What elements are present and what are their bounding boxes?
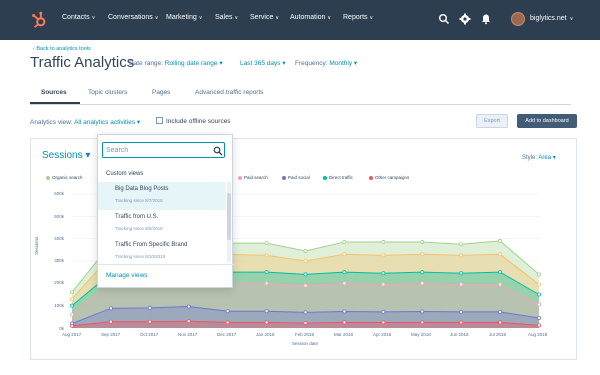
tab-bar: Sources Topic clusters Pages Advanced tr… [30,85,571,105]
view-option-name: Traffic from U.S. [115,214,159,220]
analytics-view-dropdown: Custom views Big Data Blog Posts Trackin… [97,134,234,288]
y-tick: 300k [54,258,64,263]
top-navigation: Contacts ∨ Conversations ∨ Marketing ∨ Sale… [0,0,600,40]
x-tick: Aug 2018 [528,332,548,337]
settings-icon[interactable] [459,13,471,25]
legend-other-campaigns[interactable]: Other campaigns [369,175,409,180]
chart-style-select[interactable]: Style: Area ▾ [522,154,556,161]
legend-paid-search[interactable]: Paid search [238,175,268,180]
frequency-filter[interactable]: Frequency: Monthly ▾ [295,59,357,67]
custom-views-heading: Custom views [106,171,144,177]
x-tick: Feb 2018 [295,332,315,337]
view-option-tracking: Tracking since 8/10/2018 [115,254,166,259]
account-menu[interactable]: biglytics.net ∨ [530,15,573,22]
divider [98,264,234,265]
active-tab-indicator [30,102,80,104]
view-search-input[interactable] [106,145,206,156]
y-tick: 400k [54,236,64,241]
y-tick: 100k [54,303,64,308]
period-filter[interactable]: Last 365 days ▾ [240,59,286,67]
x-tick: Jun 2018 [450,332,469,337]
nav-conversations[interactable]: Conversations ∨ [108,14,158,21]
date-range-filter[interactable]: Date range: Rolling date range ▾ [129,59,223,67]
view-option-big-data-blog-posts[interactable]: Big Data Blog Posts Tracking since 8/7/2… [98,182,226,210]
analytics-view-select[interactable]: Analytics view: All analytics activities… [30,118,140,126]
x-tick: Apr 2018 [373,332,392,337]
x-tick: Nov 2017 [178,332,198,337]
bell-icon[interactable] [480,13,492,25]
x-axis-title: Session date [292,341,319,346]
view-search-box[interactable] [102,142,225,158]
custom-views-list: Big Data Blog Posts Tracking since 8/7/2… [98,182,226,262]
y-tick: 500k [54,214,64,219]
search-icon[interactable] [438,13,450,25]
dropdown-scrollbar-thumb[interactable] [227,193,231,240]
export-button[interactable]: Export [476,114,508,128]
legend-organic-search[interactable]: Organic search [46,175,83,180]
view-option-name: Big Data Blog Posts [115,186,169,192]
offline-sources-label[interactable]: Include offline sources [166,118,231,125]
avatar[interactable] [511,12,525,26]
page-title: Traffic Analytics [30,54,135,71]
x-tick: Dec 2017 [217,332,237,337]
nav-marketing[interactable]: Marketing ∨ [166,14,202,21]
x-tick: Sep 2017 [101,332,121,337]
nav-reports[interactable]: Reports ∨ [343,14,373,21]
x-tick: Mar 2018 [334,332,354,337]
nav-service[interactable]: Service ∨ [250,14,279,21]
view-option-name: Traffic From Specific Brand [115,242,188,248]
x-tick: Aug 2017 [62,332,82,337]
search-icon[interactable] [213,146,223,156]
nav-contacts[interactable]: Contacts ∨ [62,14,95,21]
y-tick: 0k [59,326,64,331]
chart-metric-select[interactable]: Sessions ▾ [42,150,90,161]
hubspot-logo-icon[interactable] [30,11,48,29]
add-to-dashboard-button[interactable]: Add to dashboard [517,114,577,128]
tab-pages[interactable]: Pages [152,89,170,96]
back-to-analytics-link[interactable]: ‹ Back to analytics tools [33,46,91,52]
view-option-traffic-from-us[interactable]: Traffic from U.S. Tracking since 8/9/201… [98,210,226,238]
nav-sales[interactable]: Sales ∨ [215,14,238,21]
legend-paid-social[interactable]: Paid social [282,175,310,180]
view-option-tracking: Tracking since 8/9/2018 [115,226,163,231]
view-option-traffic-from-specific-brand[interactable]: Traffic From Specific Brand Tracking sin… [98,238,226,262]
y-tick: 600k [54,191,64,196]
y-tick: 200k [54,280,64,285]
tab-topic-clusters[interactable]: Topic clusters [88,89,127,96]
offline-sources-checkbox[interactable] [156,117,163,124]
legend-direct-traffic[interactable]: Direct traffic [323,175,353,180]
y-axis-title: Sessions [34,236,39,255]
manage-views-link[interactable]: Manage views [106,272,148,279]
x-tick: Jul 2018 [489,332,507,337]
x-tick: Oct 2017 [140,332,159,337]
x-tick: Jan 2018 [256,332,275,337]
x-tick: May 2018 [411,332,431,337]
nav-automation[interactable]: Automation ∨ [290,14,331,21]
view-option-tracking: Tracking since 8/7/2018 [115,198,163,203]
tab-sources[interactable]: Sources [41,89,67,96]
tab-advanced-traffic-reports[interactable]: Advanced traffic reports [195,89,264,96]
